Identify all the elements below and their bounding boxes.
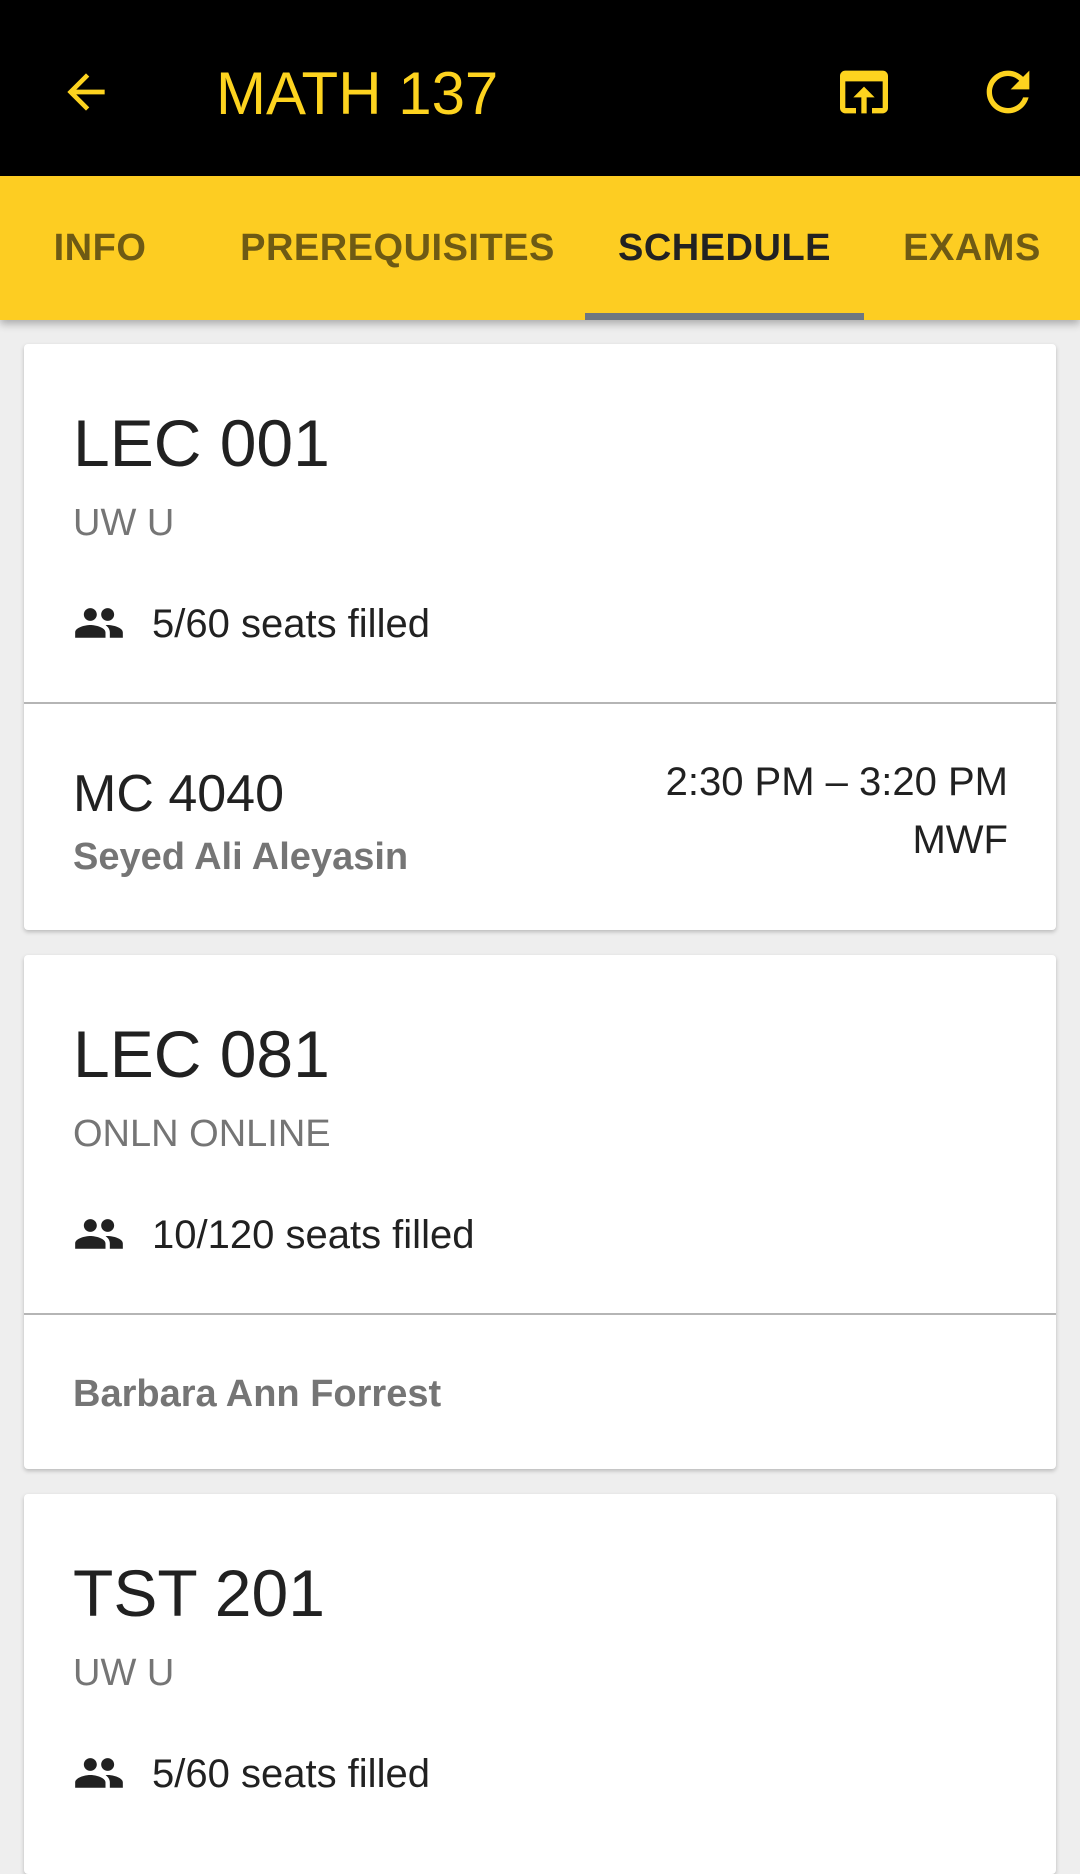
instructor: Seyed Ali Aleyasin xyxy=(73,836,409,878)
people-icon xyxy=(75,1219,123,1249)
section-campus: ONLN ONLINE xyxy=(73,1113,331,1155)
tab-indicator xyxy=(585,313,864,320)
room: MC 4040 xyxy=(73,765,284,823)
open-in-browser-button[interactable] xyxy=(824,52,904,132)
tab-bar: INFO PREREQUISITES SCHEDULE EXAMS xyxy=(0,176,1080,320)
arrow-back-icon xyxy=(67,73,105,111)
divider xyxy=(24,702,1056,704)
section-name: LEC 081 xyxy=(73,1017,330,1091)
section-campus: UW U xyxy=(73,502,175,544)
page-title: MATH 137 xyxy=(216,60,499,127)
instructor: Barbara Ann Forrest xyxy=(73,1373,442,1415)
tab-schedule[interactable]: SCHEDULE xyxy=(585,176,864,320)
seats-row: 5/60 seats filled xyxy=(73,1754,430,1794)
seats-row: 10/120 seats filled xyxy=(73,1215,474,1255)
section-name: TST 201 xyxy=(73,1556,325,1630)
time-range: 2:30 PM – 3:20 PM xyxy=(665,760,1008,804)
section-campus: UW U xyxy=(73,1652,175,1694)
tab-info[interactable]: INFO xyxy=(20,176,180,320)
section-card[interactable]: LEC 001 UW U 5/60 seats filled MC 4040 S… xyxy=(24,344,1056,930)
app-bar: MATH 137 xyxy=(0,0,1080,176)
refresh-button[interactable] xyxy=(968,52,1048,132)
people-icon xyxy=(75,608,123,638)
section-card[interactable]: LEC 081 ONLN ONLINE 10/120 seats filled … xyxy=(24,955,1056,1469)
seats-filled: 10/120 seats filled xyxy=(152,1213,475,1257)
section-card[interactable]: TST 201 UW U 5/60 seats filled xyxy=(24,1494,1056,1874)
section-name: LEC 001 xyxy=(73,406,330,480)
divider xyxy=(24,1313,1056,1315)
days: MWF xyxy=(912,818,1008,862)
people-icon xyxy=(75,1758,123,1788)
back-button[interactable] xyxy=(46,52,126,132)
seats-row: 5/60 seats filled xyxy=(73,604,430,644)
seats-filled: 5/60 seats filled xyxy=(152,1752,430,1796)
open-in-browser-icon xyxy=(840,70,888,114)
seats-filled: 5/60 seats filled xyxy=(152,602,430,646)
refresh-icon xyxy=(986,70,1030,114)
tab-exams[interactable]: EXAMS xyxy=(884,176,1060,320)
tab-prerequisites[interactable]: PREREQUISITES xyxy=(230,176,565,320)
